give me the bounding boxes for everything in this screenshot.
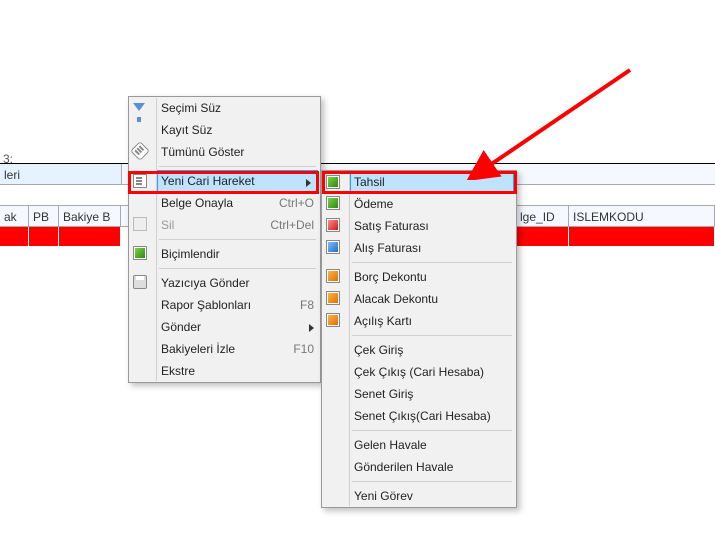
print-icon — [133, 275, 149, 291]
menu-item-label: Yeni Cari Hareket — [161, 174, 313, 188]
submenu-item-cek-giris[interactable]: Çek Giriş — [350, 339, 516, 361]
menu-item-label: Tümünü Göster — [161, 145, 314, 159]
menu-item-secimi-suz[interactable]: Seçimi Süz — [157, 97, 320, 119]
format-icon — [133, 246, 149, 262]
menu-item-label: Biçimlendir — [161, 247, 314, 261]
menu-item-label: Ödeme — [354, 197, 510, 211]
menu-separator — [352, 335, 512, 336]
menu-item-label: Kayıt Süz — [161, 123, 314, 137]
menu-item-label: Çek Çıkış (Cari Hesaba) — [354, 365, 510, 379]
menu-item-label: Senet Çıkış(Cari Hesaba) — [354, 409, 510, 423]
context-menu: Seçimi Süz Kayıt Süz Tümünü Göster Yeni … — [128, 96, 321, 383]
menu-shortcut: F8 — [300, 298, 314, 312]
menu-item-belge-onayla[interactable]: Belge Onayla Ctrl+O — [157, 192, 320, 214]
menu-item-label: Açılış Kartı — [354, 314, 510, 328]
menu-item-label: Seçimi Süz — [161, 101, 314, 115]
menu-separator — [352, 481, 512, 482]
orange-doc-icon — [326, 291, 342, 307]
menu-item-label: Tahsil — [354, 175, 509, 189]
submenu-item-alacak-dekontu[interactable]: Alacak Dekontu — [350, 288, 516, 310]
menu-item-tumunu-goster[interactable]: Tümünü Göster — [157, 141, 320, 163]
menu-separator — [352, 430, 512, 431]
menu-item-rapor-sablonlari[interactable]: Rapor Şablonları F8 — [157, 294, 320, 316]
blue-doc-icon — [326, 240, 342, 256]
menu-shortcut: Ctrl+Del — [270, 218, 314, 232]
menu-shortcut: Ctrl+O — [279, 196, 314, 210]
menu-item-label: Bakiyeleri İzle — [161, 342, 283, 356]
menu-item-label: Alış Faturası — [354, 241, 510, 255]
menu-item-label: Senet Giriş — [354, 387, 510, 401]
menu-item-gonder[interactable]: Gönder — [157, 316, 320, 338]
menu-item-label: Gönder — [161, 320, 314, 334]
submenu-item-satis-faturasi[interactable]: Satış Faturası — [350, 215, 516, 237]
menu-item-label: Rapor Şablonları — [161, 298, 290, 312]
menu-icon-strip — [130, 98, 157, 381]
delete-icon — [133, 217, 149, 233]
annotation-arrow — [460, 60, 640, 180]
menu-item-bicimlendir[interactable]: Biçimlendir — [157, 243, 320, 265]
submenu-item-tahsil[interactable]: Tahsil — [350, 171, 514, 193]
orange-doc-icon — [326, 269, 342, 285]
menu-separator — [159, 239, 316, 240]
submenu-item-yeni-gorev[interactable]: Yeni Görev — [350, 485, 516, 507]
menu-item-bakiyeleri-izle[interactable]: Bakiyeleri İzle F10 — [157, 338, 320, 360]
menu-separator — [159, 268, 316, 269]
submenu-item-cek-cikis[interactable]: Çek Çıkış (Cari Hesaba) — [350, 361, 516, 383]
menu-item-sil: Sil Ctrl+Del — [157, 214, 320, 236]
submenu-item-gelen-havale[interactable]: Gelen Havale — [350, 434, 516, 456]
menu-item-label: Borç Dekontu — [354, 270, 510, 284]
col-header[interactable]: ISLEMKODU — [569, 206, 715, 226]
col-header[interactable]: Bakiye B — [59, 206, 121, 226]
menu-item-label: Gönderilen Havale — [354, 460, 510, 474]
menu-item-label: Sil — [161, 218, 260, 232]
submenu-yeni-cari-hareket: Tahsil Ödeme Satış Faturası Alış Faturas… — [321, 170, 517, 508]
orange-doc-icon — [326, 313, 342, 329]
menu-item-label: Belge Onayla — [161, 196, 269, 210]
menu-item-kayit-suz[interactable]: Kayıt Süz — [157, 119, 320, 141]
submenu-item-odeme[interactable]: Ödeme — [350, 193, 516, 215]
submenu-item-borc-dekontu[interactable]: Borç Dekontu — [350, 266, 516, 288]
filter-icon — [133, 100, 149, 116]
green-doc-icon — [326, 175, 342, 191]
submenu-item-gonderilen-havale[interactable]: Gönderilen Havale — [350, 456, 516, 478]
showall-icon — [133, 144, 149, 160]
menu-item-yaziciya-gonder[interactable]: Yazıcıya Gönder — [157, 272, 320, 294]
green-doc-icon — [326, 196, 342, 212]
menu-separator — [352, 262, 512, 263]
menu-item-yeni-cari-hareket[interactable]: Yeni Cari Hareket — [157, 170, 318, 192]
menu-separator — [159, 166, 316, 167]
col-header[interactable]: lge_ID — [516, 206, 569, 226]
submenu-item-senet-cikis[interactable]: Senet Çıkış(Cari Hesaba) — [350, 405, 516, 427]
menu-item-label: Ekstre — [161, 364, 314, 378]
menu-item-label: Gelen Havale — [354, 438, 510, 452]
menu-item-label: Yeni Görev — [354, 489, 510, 503]
menu-item-label: Çek Giriş — [354, 343, 510, 357]
menu-item-label: Satış Faturası — [354, 219, 510, 233]
submenu-item-alis-faturasi[interactable]: Alış Faturası — [350, 237, 516, 259]
menu-item-ekstre[interactable]: Ekstre — [157, 360, 320, 382]
red-doc-icon — [326, 218, 342, 234]
submenu-item-senet-giris[interactable]: Senet Giriş — [350, 383, 516, 405]
col-header[interactable]: PB — [29, 206, 59, 226]
doc-icon — [133, 174, 149, 190]
menu-shortcut: F10 — [293, 342, 314, 356]
submenu-item-acilis-karti[interactable]: Açılış Kartı — [350, 310, 516, 332]
col-header[interactable]: ak — [0, 206, 29, 226]
menu-item-label: Yazıcıya Gönder — [161, 276, 314, 290]
menu-item-label: Alacak Dekontu — [354, 292, 510, 306]
tab-item[interactable]: leri — [0, 164, 122, 184]
